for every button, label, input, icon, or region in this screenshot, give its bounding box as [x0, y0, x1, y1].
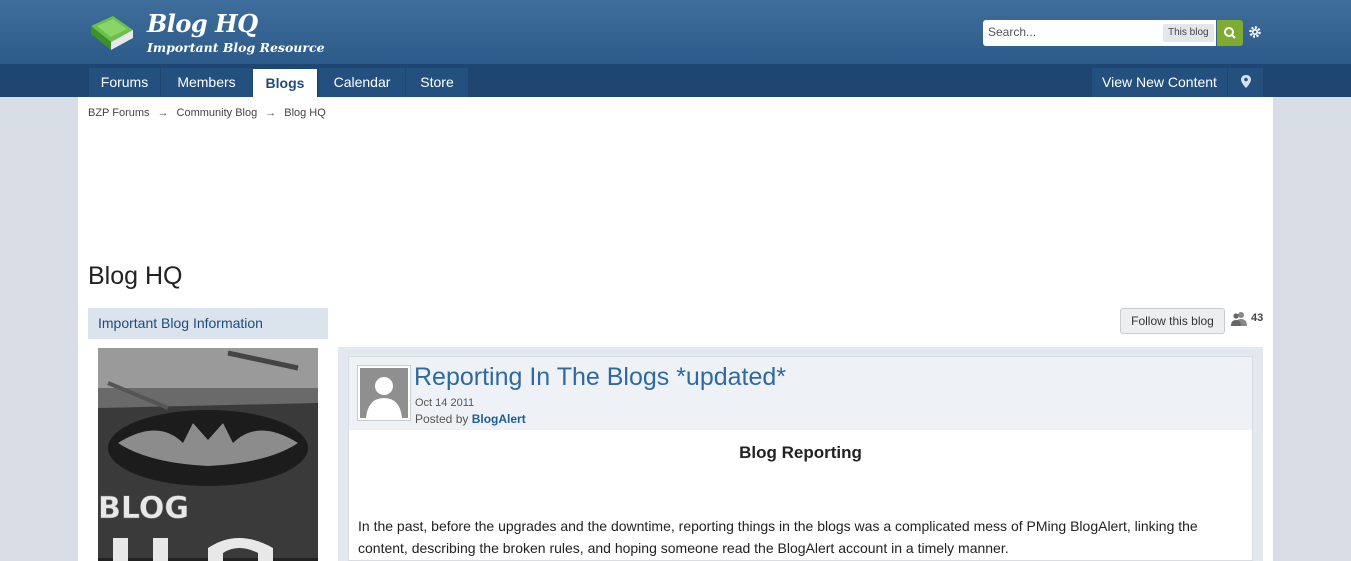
breadcrumb-separator: → [157, 107, 169, 119]
green-book-icon[interactable] [89, 14, 135, 52]
entry-heading: Blog Reporting [739, 443, 862, 462]
followers-count: 43 [1251, 312, 1264, 324]
entry-body: In the past, before the upgrades and the… [358, 518, 1198, 556]
tab-forums[interactable]: Forums [89, 68, 160, 97]
content-area: BZP Forums → Community Blog → Blog HQ Blog H… [78, 97, 1273, 561]
tab-members[interactable]: Members [161, 68, 252, 97]
page-title: Blog HQ [88, 262, 183, 290]
breadcrumb-item[interactable]: Community Blog [177, 107, 258, 119]
blog-header-image: BLOG [98, 348, 318, 561]
tab-store[interactable]: Store [406, 68, 468, 97]
map-pin-icon [1240, 75, 1251, 88]
sidebar-heading: Important Blog Information [88, 308, 328, 339]
follow-blog-button[interactable]: Follow this blog [1120, 308, 1225, 334]
entry-header: Reporting In The Blogs *updated* Oct 14 … [349, 357, 1252, 430]
author-link[interactable]: BlogAlert [472, 412, 526, 426]
entry-title-link[interactable]: Reporting In The Blogs *updated* [414, 363, 786, 392]
followers-icon [1231, 312, 1247, 326]
entry-container: Reporting In The Blogs *updated* Oct 14 … [338, 347, 1263, 561]
blog-entry: Reporting In The Blogs *updated* Oct 14 … [348, 356, 1253, 561]
entry-byline: Posted by BlogAlert [415, 412, 526, 426]
search-input[interactable] [988, 25, 1148, 39]
tab-calendar[interactable]: Calendar [319, 68, 405, 97]
site-title[interactable]: Blog HQ [147, 9, 258, 38]
breadcrumb: BZP Forums → Community Blog → Blog HQ [88, 107, 326, 119]
main-nav: Forums Members Blogs Calendar Store View… [0, 64, 1351, 97]
breadcrumb-item[interactable]: BZP Forums [88, 107, 150, 119]
search-scope-toggle[interactable]: This blog [1163, 24, 1214, 42]
breadcrumb-separator: → [265, 107, 277, 119]
search-icon [1224, 27, 1236, 39]
gear-icon[interactable] [1248, 25, 1262, 39]
view-new-content-link[interactable]: View New Content [1092, 68, 1227, 97]
entry-date: Oct 14 2011 [415, 397, 475, 409]
map-pin-button[interactable] [1228, 68, 1263, 97]
search-button[interactable] [1217, 20, 1243, 46]
site-subtitle: Important Blog Resource [147, 40, 325, 55]
site-header: Blog HQ Important Blog Resource This blo… [0, 0, 1351, 64]
breadcrumb-item[interactable]: Blog HQ [284, 107, 326, 119]
svg-text:BLOG: BLOG [98, 491, 189, 526]
posted-by-label: Posted by [415, 412, 469, 426]
search-box: This blog [983, 20, 1216, 46]
tab-blogs[interactable]: Blogs [253, 69, 317, 97]
avatar[interactable] [357, 365, 411, 421]
